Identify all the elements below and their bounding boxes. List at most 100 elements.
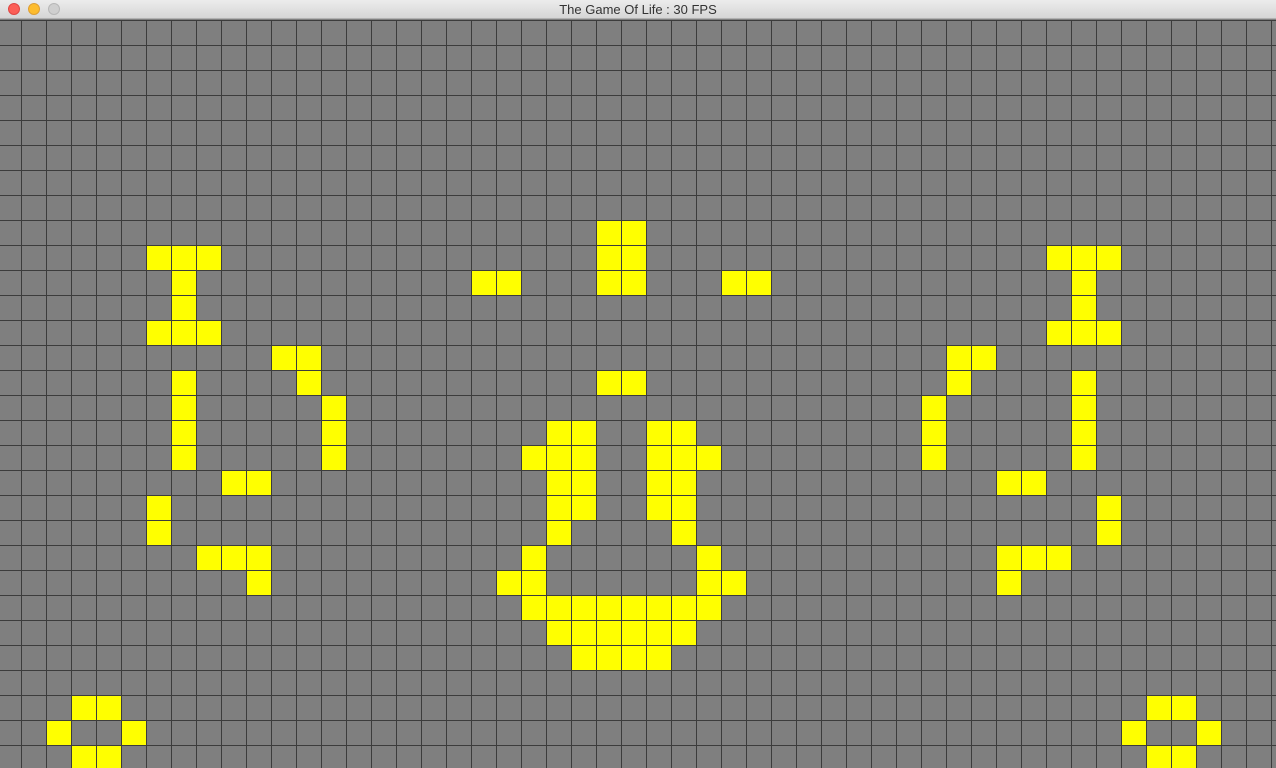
live-cell[interactable] <box>1097 321 1121 345</box>
live-cell[interactable] <box>697 571 721 595</box>
live-cell[interactable] <box>1097 521 1121 545</box>
live-cell[interactable] <box>97 696 121 720</box>
live-cell[interactable] <box>1172 696 1196 720</box>
live-cell[interactable] <box>1197 721 1221 745</box>
live-cell[interactable] <box>1072 321 1096 345</box>
live-cell[interactable] <box>672 496 696 520</box>
live-cell[interactable] <box>97 746 121 768</box>
live-cell[interactable] <box>922 446 946 470</box>
live-cell[interactable] <box>672 471 696 495</box>
live-cell[interactable] <box>622 621 646 645</box>
live-cell[interactable] <box>547 421 571 445</box>
live-cell[interactable] <box>1147 696 1171 720</box>
live-cell[interactable] <box>1122 721 1146 745</box>
live-cell[interactable] <box>597 621 621 645</box>
live-cell[interactable] <box>922 396 946 420</box>
live-cell[interactable] <box>272 346 296 370</box>
live-cell[interactable] <box>522 446 546 470</box>
live-cell[interactable] <box>1047 546 1071 570</box>
live-cell[interactable] <box>597 246 621 270</box>
live-cell[interactable] <box>47 721 71 745</box>
live-cell[interactable] <box>672 596 696 620</box>
live-cell[interactable] <box>1172 746 1196 768</box>
live-cell[interactable] <box>522 571 546 595</box>
live-cell[interactable] <box>572 646 596 670</box>
live-cell[interactable] <box>1072 421 1096 445</box>
live-cell[interactable] <box>172 421 196 445</box>
live-cell[interactable] <box>1072 371 1096 395</box>
live-cell[interactable] <box>997 571 1021 595</box>
live-cell[interactable] <box>1072 246 1096 270</box>
live-cell[interactable] <box>1097 246 1121 270</box>
live-cell[interactable] <box>597 596 621 620</box>
live-cell[interactable] <box>597 221 621 245</box>
live-cell[interactable] <box>322 396 346 420</box>
live-cell[interactable] <box>697 546 721 570</box>
live-cell[interactable] <box>572 446 596 470</box>
live-cell[interactable] <box>647 621 671 645</box>
live-cell[interactable] <box>547 596 571 620</box>
live-cell[interactable] <box>322 421 346 445</box>
live-cell[interactable] <box>597 371 621 395</box>
live-cell[interactable] <box>1072 446 1096 470</box>
live-cell[interactable] <box>572 596 596 620</box>
live-cell[interactable] <box>697 446 721 470</box>
live-cell[interactable] <box>647 646 671 670</box>
title-bar[interactable]: The Game Of Life : 30 FPS <box>0 0 1276 19</box>
live-cell[interactable] <box>672 446 696 470</box>
live-cell[interactable] <box>547 471 571 495</box>
live-cell[interactable] <box>172 246 196 270</box>
live-cell[interactable] <box>1047 246 1071 270</box>
live-cell[interactable] <box>997 546 1021 570</box>
live-cell[interactable] <box>622 371 646 395</box>
live-cell[interactable] <box>1022 546 1046 570</box>
live-cell[interactable] <box>572 496 596 520</box>
live-cell[interactable] <box>172 296 196 320</box>
live-cell[interactable] <box>72 696 96 720</box>
live-cell[interactable] <box>197 546 221 570</box>
live-cell[interactable] <box>622 221 646 245</box>
live-cell[interactable] <box>222 546 246 570</box>
live-cell[interactable] <box>197 246 221 270</box>
live-cell[interactable] <box>247 546 271 570</box>
live-cell[interactable] <box>297 371 321 395</box>
live-cell[interactable] <box>172 396 196 420</box>
live-cell[interactable] <box>697 596 721 620</box>
live-cell[interactable] <box>972 346 996 370</box>
live-cell[interactable] <box>547 621 571 645</box>
live-cell[interactable] <box>472 271 496 295</box>
live-cell[interactable] <box>672 421 696 445</box>
live-cell[interactable] <box>497 271 521 295</box>
live-cell[interactable] <box>997 471 1021 495</box>
game-of-life-board[interactable] <box>0 20 1276 768</box>
live-cell[interactable] <box>322 446 346 470</box>
live-cell[interactable] <box>172 321 196 345</box>
live-cell[interactable] <box>597 646 621 670</box>
live-cell[interactable] <box>1072 396 1096 420</box>
live-cell[interactable] <box>297 346 321 370</box>
live-cell[interactable] <box>222 471 246 495</box>
live-cell[interactable] <box>122 721 146 745</box>
live-cell[interactable] <box>172 271 196 295</box>
live-cell[interactable] <box>497 571 521 595</box>
live-cell[interactable] <box>622 596 646 620</box>
live-cell[interactable] <box>647 471 671 495</box>
live-cell[interactable] <box>247 571 271 595</box>
live-cell[interactable] <box>947 346 971 370</box>
live-cell[interactable] <box>1072 296 1096 320</box>
live-cell[interactable] <box>647 421 671 445</box>
live-cell[interactable] <box>722 571 746 595</box>
live-cell[interactable] <box>1072 271 1096 295</box>
live-cell[interactable] <box>647 496 671 520</box>
live-cell[interactable] <box>572 621 596 645</box>
live-cell[interactable] <box>622 246 646 270</box>
live-cell[interactable] <box>747 271 771 295</box>
live-cell[interactable] <box>947 371 971 395</box>
live-cell[interactable] <box>147 496 171 520</box>
live-cell[interactable] <box>522 596 546 620</box>
live-cell[interactable] <box>1047 321 1071 345</box>
live-cell[interactable] <box>172 371 196 395</box>
live-cell[interactable] <box>622 271 646 295</box>
live-cell[interactable] <box>197 321 221 345</box>
live-cell[interactable] <box>147 246 171 270</box>
